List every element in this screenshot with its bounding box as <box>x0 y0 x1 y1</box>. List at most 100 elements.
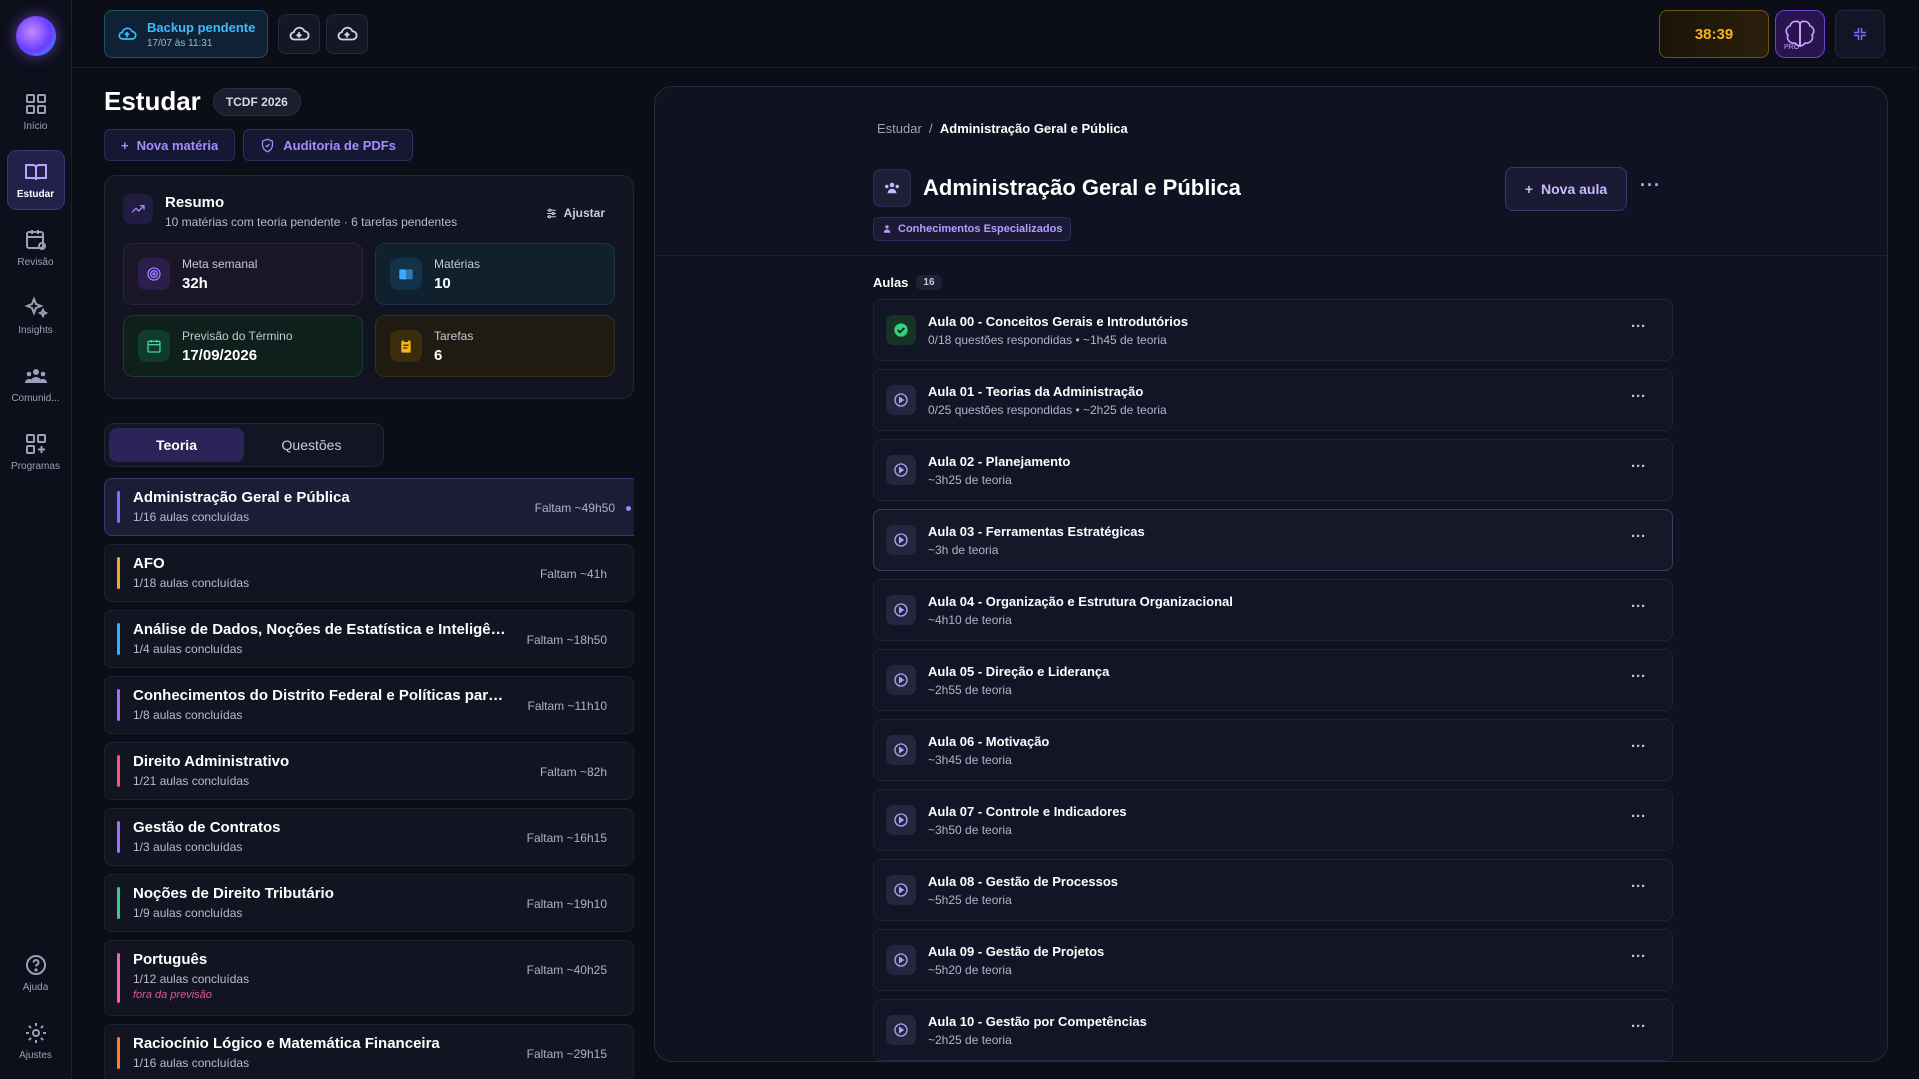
lesson-row[interactable]: Aula 01 - Teorias da Administração 0/25 … <box>873 369 1673 431</box>
stat-label: Tarefas <box>434 328 474 343</box>
lesson-title: Aula 06 - Motivação <box>928 734 1050 749</box>
ajustar-button[interactable]: Ajustar <box>545 206 605 220</box>
check-circle-icon[interactable] <box>886 315 916 345</box>
lesson-more-icon[interactable]: ··· <box>1631 598 1646 615</box>
cloud-download-button[interactable] <box>278 14 320 54</box>
backup-status-button[interactable]: Backup pendente 17/07 às 11:31 <box>104 10 268 58</box>
nova-materia-button[interactable]: + Nova matéria <box>104 129 236 161</box>
brain-logo-icon[interactable] <box>15 16 56 56</box>
lesson-more-icon[interactable]: ··· <box>1631 948 1646 965</box>
play-circle-icon[interactable] <box>886 1015 916 1045</box>
subject-remaining: Faltam ~82h <box>539 765 607 779</box>
rail-item-revisao[interactable]: Revisão <box>7 218 65 278</box>
lesson-title: Aula 08 - Gestão de Processos <box>928 874 1119 889</box>
lesson-subtitle: ~5h20 de teoria <box>928 963 1012 977</box>
subject-row[interactable]: Administração Geral e Pública 1/16 aulas… <box>104 478 634 536</box>
breadcrumb: Estudar / Administração Geral e Pública <box>877 121 1128 136</box>
subject-row[interactable]: Conhecimentos do Distrito Federal e Polí… <box>104 676 634 734</box>
play-circle-icon[interactable] <box>886 735 916 765</box>
lesson-subtitle: ~5h25 de teoria <box>928 893 1012 907</box>
rail-item-ajuda[interactable]: Ajuda <box>7 943 65 1003</box>
lesson-row[interactable]: Aula 00 - Conceitos Gerais e Introdutóri… <box>873 299 1673 361</box>
subject-row[interactable]: Direito Administrativo 1/21 aulas conclu… <box>104 742 634 800</box>
lesson-title: Aula 03 - Ferramentas Estratégicas <box>928 524 1145 539</box>
lesson-row[interactable]: Aula 04 - Organização e Estrutura Organi… <box>873 579 1673 641</box>
lesson-row[interactable]: Aula 10 - Gestão por Competências ~2h25 … <box>873 999 1673 1061</box>
rail-item-insights[interactable]: Insights <box>7 286 65 346</box>
active-dot <box>626 506 631 511</box>
play-circle-icon[interactable] <box>886 805 916 835</box>
lesson-title: Aula 09 - Gestão de Projetos <box>928 944 1105 959</box>
rail-item-comunidade[interactable]: Comunid... <box>7 354 65 414</box>
summary-subtitle: 10 matérias com teoria pendente · 6 tare… <box>165 215 458 229</box>
subject-color-bar <box>117 1037 120 1069</box>
lesson-row[interactable]: Aula 06 - Motivação ~3h45 de teoria ··· <box>873 719 1673 781</box>
lesson-more-icon[interactable]: ··· <box>1631 458 1646 475</box>
stat-label: Previsão do Término <box>182 328 293 343</box>
lesson-row[interactable]: Aula 07 - Controle e Indicadores ~3h50 d… <box>873 789 1673 851</box>
help-icon <box>25 955 46 975</box>
book-open-icon <box>390 258 422 290</box>
target-icon <box>138 258 170 290</box>
lesson-subtitle: 0/25 questões respondidas • ~2h25 de teo… <box>928 403 1167 417</box>
subject-row[interactable]: Português 1/12 aulas concluídas fora da … <box>104 940 634 1016</box>
study-timer[interactable]: 38:39 <box>1659 10 1769 58</box>
rail-item-inicio[interactable]: Início <box>7 82 65 142</box>
subject-row[interactable]: Noções de Direito Tributário 1/9 aulas c… <box>104 874 634 932</box>
page-title: Estudar <box>104 86 201 116</box>
tab-questoes[interactable]: Questões <box>244 428 379 462</box>
tab-teoria[interactable]: Teoria <box>109 428 244 462</box>
collapse-button[interactable] <box>1835 10 1885 58</box>
cloud-upload-button[interactable] <box>326 14 368 54</box>
subject-row[interactable]: Raciocínio Lógico e Matemática Financeir… <box>104 1024 634 1079</box>
lesson-row[interactable]: Aula 03 - Ferramentas Estratégicas ~3h d… <box>873 509 1673 571</box>
play-circle-icon[interactable] <box>886 595 916 625</box>
lesson-more-icon[interactable]: ··· <box>1631 808 1646 825</box>
lesson-more-icon[interactable]: ··· <box>1631 1018 1646 1035</box>
subject-row[interactable]: Análise de Dados, Noções de Estatística … <box>104 610 634 668</box>
subject-row[interactable]: Gestão de Contratos 1/3 aulas concluídas… <box>104 808 634 866</box>
minimize-icon <box>1854 28 1866 40</box>
rail-item-ajustes[interactable]: Ajustes <box>7 1011 65 1071</box>
play-circle-icon[interactable] <box>886 455 916 485</box>
rail-item-estudar[interactable]: Estudar <box>6 150 65 210</box>
nova-aula-button[interactable]: + Nova aula <box>1505 167 1627 211</box>
lesson-row[interactable]: Aula 09 - Gestão de Projetos ~5h20 de te… <box>873 929 1673 991</box>
top-bar: Backup pendente 17/07 às 11:31 38:39 PRO <box>72 0 1919 68</box>
stat-value: 10 <box>434 274 451 292</box>
lesson-more-icon[interactable]: ··· <box>1631 878 1646 895</box>
rail-item-programas[interactable]: Programas <box>7 422 65 482</box>
breadcrumb-root[interactable]: Estudar <box>877 121 922 136</box>
lesson-more-icon[interactable]: ··· <box>1631 668 1646 685</box>
stat-value: 32h <box>182 274 208 292</box>
lesson-more-icon[interactable]: ··· <box>1631 528 1646 545</box>
lesson-row[interactable]: Aula 02 - Planejamento ~3h25 de teoria ·… <box>873 439 1673 501</box>
exam-tag[interactable]: TCDF 2026 <box>212 87 301 116</box>
subject-color-bar <box>117 887 120 919</box>
play-circle-icon[interactable] <box>886 875 916 905</box>
cloud-download-icon <box>289 26 310 41</box>
lesson-more-icon[interactable]: ··· <box>1631 738 1646 755</box>
plus-icon: + <box>121 137 129 153</box>
pro-badge-button[interactable]: PRO <box>1775 10 1825 58</box>
play-circle-icon[interactable] <box>886 665 916 695</box>
play-circle-icon[interactable] <box>886 525 916 555</box>
nova-aula-label: Nova aula <box>1541 181 1608 197</box>
rail-bottom: Ajuda Ajustes <box>7 935 65 1071</box>
auditoria-pdfs-button[interactable]: Auditoria de PDFs <box>243 129 413 161</box>
lesson-row[interactable]: Aula 05 - Direção e Liderança ~2h55 de t… <box>873 649 1673 711</box>
sliders-icon <box>546 208 556 218</box>
users-small-icon <box>883 225 891 233</box>
lesson-row[interactable]: Aula 08 - Gestão de Processos ~5h25 de t… <box>873 859 1673 921</box>
trending-icon <box>123 194 153 224</box>
subject-remaining: Faltam ~18h50 <box>526 633 607 647</box>
lesson-more-icon[interactable]: ··· <box>1631 388 1646 405</box>
lesson-more-icon[interactable]: ··· <box>1631 318 1646 335</box>
stat-meta-semanal: Meta semanal 32h <box>123 243 363 305</box>
subject-remaining: Faltam ~40h25 <box>526 963 607 977</box>
lesson-title: Aula 02 - Planejamento <box>928 454 1071 469</box>
more-options-icon[interactable]: ··· <box>1640 175 1661 196</box>
play-circle-icon[interactable] <box>886 385 916 415</box>
subject-row[interactable]: AFO 1/18 aulas concluídas Faltam ~41h <box>104 544 634 602</box>
play-circle-icon[interactable] <box>886 945 916 975</box>
